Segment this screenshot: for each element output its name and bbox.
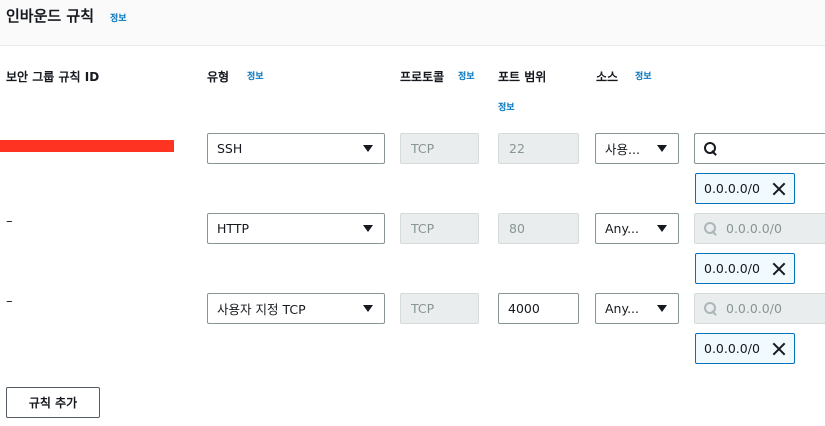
port-info-link[interactable]: 정보 bbox=[498, 100, 515, 113]
column-protocol: 프로토콜 bbox=[400, 70, 445, 84]
source-search-placeholder: 0.0.0.0/0 bbox=[726, 221, 782, 236]
source-cidr-label: 0.0.0.0/0 bbox=[704, 181, 760, 196]
source-cidr-label: 0.0.0.0/0 bbox=[704, 261, 760, 276]
source-cidr-token: 0.0.0.0/0 bbox=[695, 253, 795, 284]
close-icon[interactable] bbox=[772, 342, 786, 356]
caret-down-icon bbox=[363, 225, 373, 232]
protocol-field: TCP bbox=[400, 133, 479, 164]
caret-down-icon bbox=[363, 145, 373, 152]
source-type-value: Any... bbox=[605, 301, 640, 316]
column-port-range: 포트 범위 bbox=[498, 70, 547, 84]
type-value: HTTP bbox=[217, 221, 249, 236]
source-type-value: 사용... bbox=[605, 142, 640, 157]
type-value: 사용자 지정 TCP bbox=[217, 302, 306, 317]
caret-down-icon bbox=[657, 225, 667, 232]
source-type-value: Any... bbox=[605, 221, 640, 236]
rule-id: – bbox=[6, 214, 13, 229]
source-type-select[interactable]: 사용... bbox=[595, 133, 679, 164]
source-cidr-label: 0.0.0.0/0 bbox=[704, 341, 760, 356]
source-search-input[interactable]: 0.0.0.0/0 bbox=[694, 213, 825, 244]
source-type-select[interactable]: Any... bbox=[595, 293, 679, 324]
port-range-input[interactable]: 4000 bbox=[498, 293, 579, 324]
source-search-placeholder: 0.0.0.0/0 bbox=[726, 301, 782, 316]
section-info-link[interactable]: 정보 bbox=[110, 11, 127, 24]
source-info-link[interactable]: 정보 bbox=[635, 69, 652, 82]
type-info-link[interactable]: 정보 bbox=[247, 69, 264, 82]
search-icon bbox=[704, 302, 717, 315]
rule-id: – bbox=[6, 294, 13, 309]
protocol-field: TCP bbox=[400, 213, 479, 244]
section-title: 인바운드 규칙 bbox=[6, 7, 95, 25]
column-type: 유형 bbox=[207, 70, 230, 84]
column-rule-id: 보안 그룹 규칙 ID bbox=[6, 70, 100, 84]
column-source: 소스 bbox=[596, 70, 619, 84]
source-type-select[interactable]: Any... bbox=[595, 213, 679, 244]
caret-down-icon bbox=[657, 145, 667, 152]
type-select[interactable]: HTTP bbox=[207, 213, 385, 244]
type-select[interactable]: SSH bbox=[207, 133, 385, 164]
type-select[interactable]: 사용자 지정 TCP bbox=[207, 293, 385, 324]
redacted-rule-id bbox=[0, 140, 174, 152]
type-value: SSH bbox=[217, 141, 243, 156]
protocol-info-link[interactable]: 정보 bbox=[458, 69, 475, 82]
close-icon[interactable] bbox=[772, 262, 786, 276]
add-rule-button[interactable]: 규칙 추가 bbox=[6, 387, 100, 418]
section-header: 인바운드 규칙 정보 bbox=[0, 0, 825, 46]
source-search-input[interactable]: 0.0.0.0/0 bbox=[694, 293, 825, 324]
source-search-input[interactable] bbox=[694, 133, 825, 164]
protocol-field: TCP bbox=[400, 293, 479, 324]
port-range-field: 22 bbox=[498, 133, 579, 164]
source-cidr-token: 0.0.0.0/0 bbox=[695, 173, 795, 204]
search-icon bbox=[704, 222, 717, 235]
close-icon[interactable] bbox=[772, 182, 786, 196]
source-cidr-token: 0.0.0.0/0 bbox=[695, 333, 795, 364]
port-range-field: 80 bbox=[498, 213, 579, 244]
search-icon bbox=[704, 142, 717, 155]
caret-down-icon bbox=[363, 305, 373, 312]
caret-down-icon bbox=[657, 305, 667, 312]
